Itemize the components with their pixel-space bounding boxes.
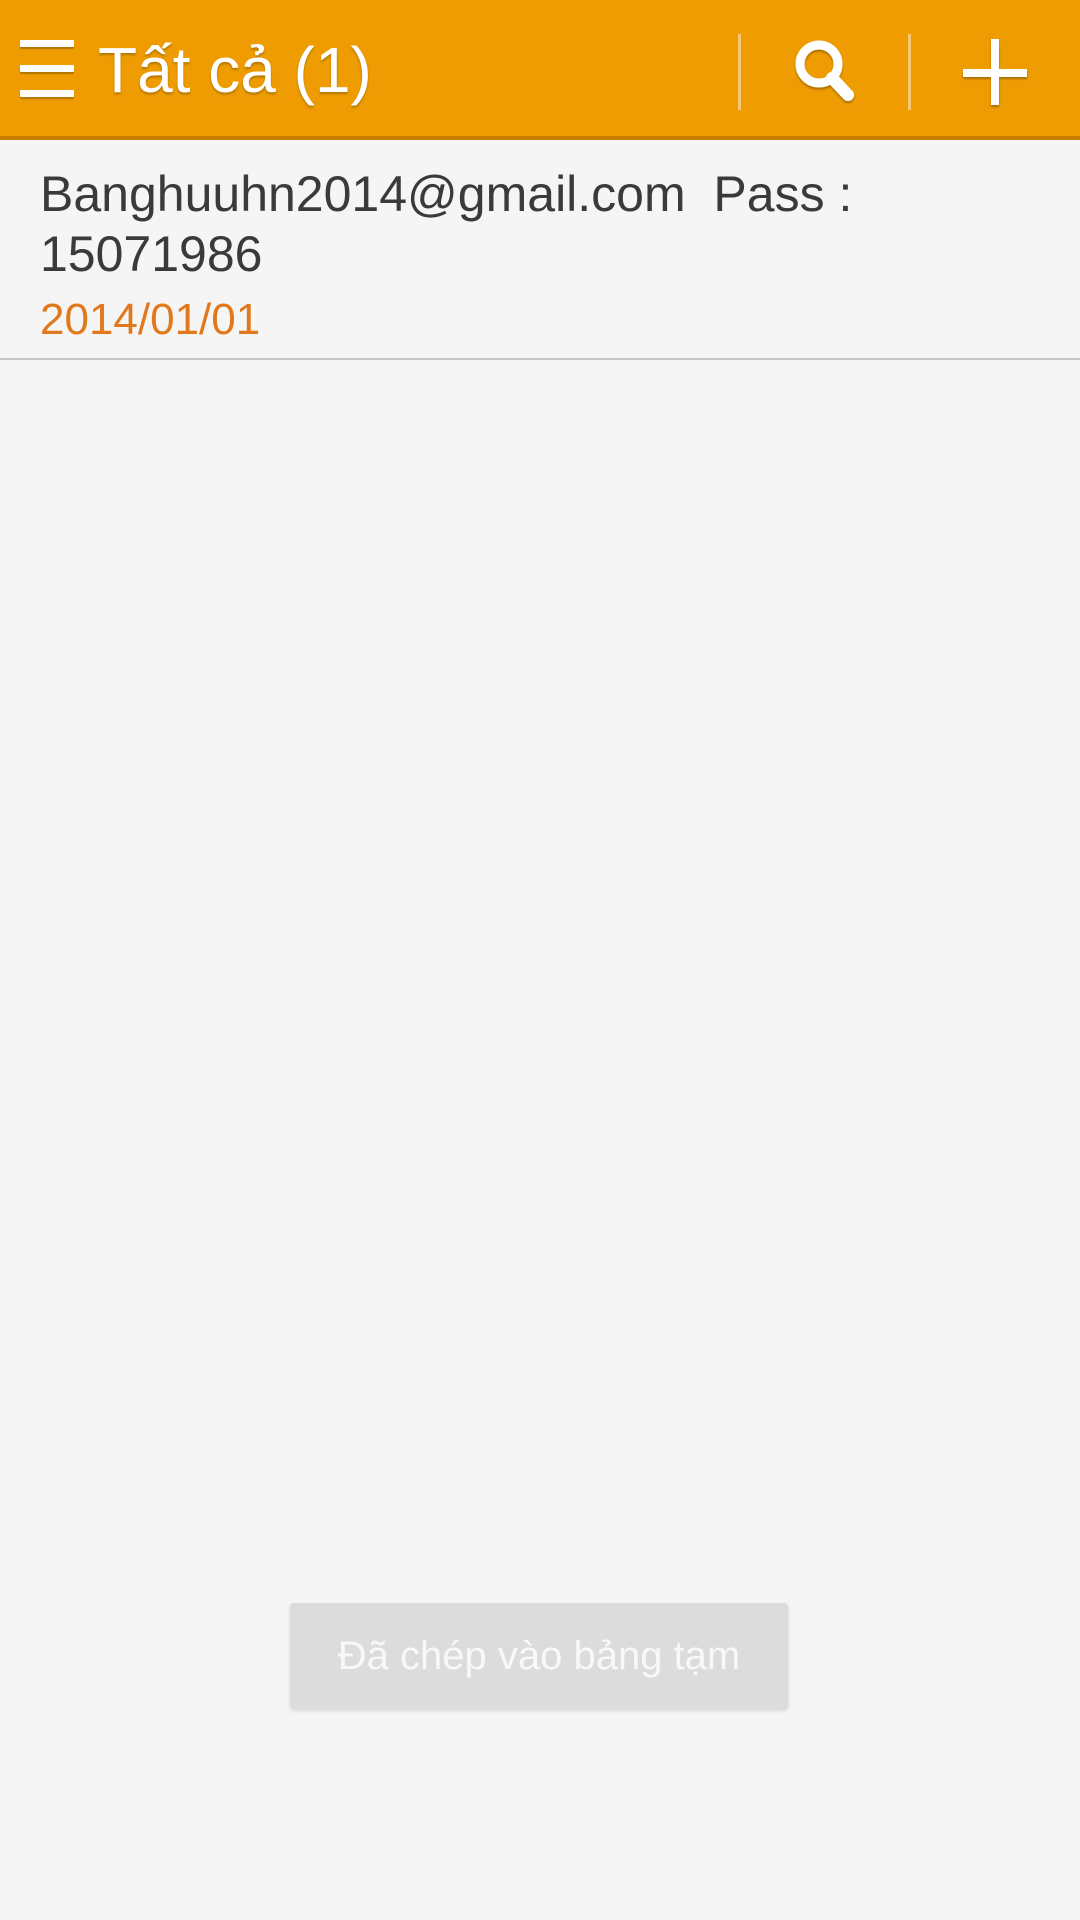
app-screen: Tất cả (1) Banghuuhn2014@gmail.com Pass … bbox=[0, 0, 1080, 1920]
note-title: Banghuuhn2014@gmail.com Pass : 15071986 bbox=[40, 166, 853, 282]
search-button[interactable] bbox=[770, 26, 880, 114]
action-divider bbox=[738, 34, 741, 110]
search-icon bbox=[795, 40, 854, 101]
page-title: Tất cả (1) bbox=[98, 34, 372, 106]
menu-button[interactable] bbox=[14, 30, 80, 110]
plus-icon bbox=[963, 39, 1027, 105]
action-bar: Tất cả (1) bbox=[0, 0, 1080, 140]
toast-message: Đã chép vào bảng tạm bbox=[290, 1603, 788, 1709]
note-list-item[interactable]: Banghuuhn2014@gmail.com Pass : 15071986 … bbox=[0, 144, 1080, 360]
note-date: 2014/01/01 bbox=[40, 295, 261, 344]
add-note-button[interactable] bbox=[940, 26, 1050, 114]
action-divider bbox=[908, 34, 911, 110]
